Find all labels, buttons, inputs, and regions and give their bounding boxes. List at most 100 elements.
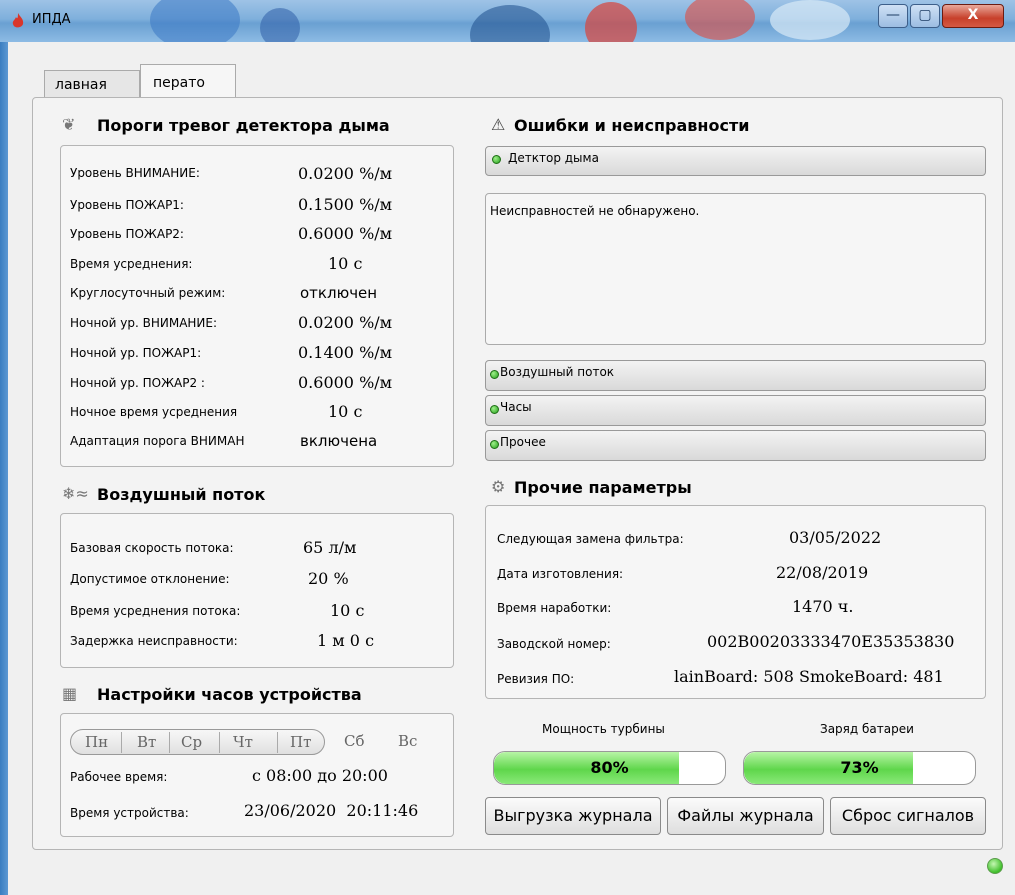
airflow-value: 1 м 0 с: [317, 631, 375, 650]
threshold-label: Время усреднения:: [70, 257, 193, 271]
day-divider: [121, 732, 122, 753]
turbine-label: Мощность турбины: [542, 722, 665, 736]
titlebar-decoration: [260, 8, 300, 42]
threshold-label: Уровень ПОЖАР1:: [70, 198, 184, 212]
log-files-button[interactable]: Файлы журнала: [667, 797, 824, 835]
threshold-value: 0.0200 %/м: [298, 164, 393, 183]
param-label: Ревизия ПО:: [497, 672, 575, 686]
day-thu[interactable]: Чт: [233, 733, 253, 751]
airflow-value: 65 л/м: [303, 538, 357, 557]
day-divider: [277, 732, 278, 753]
status-airflow: Воздушный поток: [485, 360, 986, 391]
day-divider: [219, 732, 220, 753]
fault-message-text: Неисправностей не обнаружено.: [490, 204, 700, 218]
flame-icon: [12, 13, 24, 28]
param-label: Дата изготовления:: [497, 567, 624, 581]
battery-progress-text: 73%: [840, 758, 879, 777]
gear-icon: ⚙: [491, 477, 506, 496]
status-airflow-label: Воздушный поток: [500, 365, 615, 379]
maximize-button[interactable]: ▢: [910, 4, 940, 28]
threshold-label: Ночной ур. ПОЖАР2 :: [70, 376, 205, 390]
threshold-label: Уровень ПОЖАР2:: [70, 227, 184, 241]
titlebar-decoration: [685, 0, 755, 40]
day-fri[interactable]: Пт: [290, 733, 311, 751]
device-time-label: Время устройства:: [70, 806, 189, 820]
threshold-label: Ночной ур. ПОЖАР1:: [70, 346, 202, 360]
threshold-label: Круглосуточный режим:: [70, 286, 226, 300]
threshold-value: 10 с: [328, 254, 363, 273]
param-value: 22/08/2019: [776, 563, 869, 582]
status-ok-indicator: [490, 370, 499, 379]
work-time-label: Рабочее время:: [70, 770, 168, 784]
day-wed[interactable]: Ср: [181, 733, 202, 751]
status-other: Прочее: [485, 430, 986, 461]
smoke-icon: ❦: [62, 115, 76, 134]
battery-label: Заряд батареи: [820, 722, 914, 736]
status-smoke-detector: Детктор дыма: [485, 146, 986, 176]
threshold-label: Ночное время усреднения: [70, 405, 238, 419]
window-title: ИПДА: [32, 12, 71, 27]
alarm-thresholds-title: Пороги тревог детектора дыма: [97, 116, 390, 135]
clock-settings-title: Настройки часов устройства: [97, 685, 362, 704]
fault-message-box[interactable]: Неисправностей не обнаружено.: [485, 193, 986, 345]
threshold-label: Адаптация порога ВНИМАН: [70, 434, 245, 448]
reset-signals-button[interactable]: Сброс сигналов: [830, 797, 986, 835]
day-sun[interactable]: Вс: [398, 732, 417, 750]
param-label: Время наработки:: [497, 601, 612, 615]
tab-operator[interactable]: перато: [140, 64, 236, 98]
day-mon[interactable]: Пн: [85, 733, 108, 751]
device-time-value: 23/06/2020 20:11:46: [244, 801, 419, 820]
airflow-label: Время усреднения потока:: [70, 604, 241, 618]
warning-icon: ⚠: [491, 115, 506, 134]
weekday-selector[interactable]: Пн Вт Ср Чт Пт: [70, 729, 325, 755]
threshold-value: 0.1500 %/м: [298, 195, 393, 214]
param-value: 1470 ч.: [792, 597, 854, 616]
threshold-value: 0.6000 %/м: [298, 373, 393, 392]
titlebar-decoration: [585, 2, 637, 42]
titlebar-decoration: [150, 0, 240, 42]
work-time-value: с 08:00 до 20:00: [252, 766, 388, 785]
day-tue[interactable]: Вт: [137, 733, 156, 751]
threshold-value: включена: [300, 432, 378, 450]
status-clock-label: Часы: [500, 400, 532, 414]
titlebar-decoration: [470, 5, 550, 42]
airflow-value: 10 с: [330, 601, 365, 620]
param-value: 002B00203333470E35353830: [707, 632, 955, 651]
status-other-label: Прочее: [500, 435, 546, 449]
status-clock: Часы: [485, 395, 986, 426]
other-params-title: Прочие параметры: [514, 478, 692, 497]
param-value: lainBoard: 508 SmokeBoard: 481: [674, 667, 944, 686]
status-ok-indicator: [490, 440, 499, 449]
day-divider: [169, 732, 170, 753]
close-button[interactable]: X: [942, 4, 1004, 28]
connection-status-led: [987, 858, 1003, 874]
airflow-label: Базовая скорость потока:: [70, 541, 234, 555]
minimize-button[interactable]: —: [878, 4, 908, 28]
param-label: Следующая замена фильтра:: [497, 532, 684, 546]
status-ok-indicator: [490, 405, 499, 414]
airflow-value: 20 %: [308, 569, 349, 588]
param-label: Заводской номер:: [497, 637, 611, 651]
threshold-value: 0.0200 %/м: [298, 313, 393, 332]
threshold-value: отключен: [300, 284, 378, 302]
threshold-label: Уровень ВНИМАНИЕ:: [70, 166, 200, 180]
title-bar[interactable]: ИПДА — ▢ X: [0, 0, 1015, 42]
airflow-label: Допустимое отклонение:: [70, 572, 230, 586]
threshold-label: Ночной ур. ВНИМАНИЕ:: [70, 316, 218, 330]
day-sat[interactable]: Сб: [344, 732, 365, 750]
turbine-progress-text: 80%: [590, 758, 629, 777]
window-edge: [0, 42, 8, 895]
threshold-value: 10 с: [328, 402, 363, 421]
airflow-icon: ❄≈: [62, 484, 89, 503]
export-log-button[interactable]: Выгрузка журнала: [485, 797, 661, 835]
param-value: 03/05/2022: [789, 528, 882, 547]
threshold-value: 0.6000 %/м: [298, 224, 393, 243]
airflow-label: Задержка неисправности:: [70, 634, 238, 648]
faults-title: Ошибки и неисправности: [514, 116, 750, 135]
calendar-icon: ▦: [62, 684, 78, 703]
tab-main[interactable]: лавная: [44, 70, 140, 98]
status-ok-indicator: [492, 155, 501, 164]
turbine-progress-bar: 80%: [493, 751, 726, 785]
airflow-title: Воздушный поток: [97, 485, 266, 504]
titlebar-decoration: [770, 0, 850, 40]
